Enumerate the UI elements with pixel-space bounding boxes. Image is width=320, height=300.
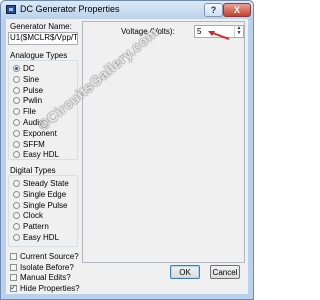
cancel-button[interactable]: Cancel [210,265,240,279]
analogue-type-option-label: Exponent [23,128,57,138]
digital-type-option-label: Clock [23,211,44,221]
radio-button-icon[interactable] [13,119,20,126]
option-checkbox-label: Hide Properties? [20,283,80,293]
analogue-type-option-label: Sine [23,74,40,84]
radio-button-icon[interactable] [13,75,20,83]
digital-type-option-label: Pattern [23,222,49,232]
analogue-type-option-label: SFFM [23,139,45,149]
analogue-type-option-label: Easy HDL [23,150,60,160]
generator-name-value: U1($MCLR$/Vpp/THV) [10,33,78,42]
generator-name-label: Generator Name: [10,22,72,31]
radio-button-icon[interactable] [13,140,20,148]
option-checkbox-label: Current Source? [20,252,79,261]
app-icon [6,5,16,14]
radio-button-icon[interactable] [13,223,20,231]
left-panel: Generator Name: U1($MCLR$/Vpp/THV) Analo… [8,21,80,293]
radio-button-icon[interactable] [13,65,20,72]
checkbox-icon[interactable] [10,263,17,271]
close-button[interactable]: X [223,3,251,17]
voltage-value: 5 [197,27,202,36]
analogue-type-option-label: DC [23,64,35,73]
radio-button-icon[interactable] [13,108,20,116]
checkbox-icon[interactable] [10,274,17,281]
checkbox-icon[interactable] [10,283,17,292]
help-button[interactable]: ? [204,3,223,17]
analogue-type-option-label: Pwlin [23,96,43,106]
checkbox-icon[interactable] [10,253,17,260]
radio-button-icon[interactable] [13,97,20,105]
radio-button-icon[interactable] [13,201,20,209]
radio-button-icon[interactable] [13,151,20,159]
option-checkbox-label: Isolate Before? [20,262,74,272]
analogue-types-title: Analogue Types [10,51,68,60]
analogue-type-option-label: Pulse [23,85,44,95]
radio-button-icon[interactable] [13,190,20,198]
digital-type-option-label: Easy HDL [23,233,60,242]
options-group: Current Source? Isolate Before? Manual Edi… [8,250,80,295]
dialog-window: DC Generator Properties ? X Generator Na… [0,0,254,300]
generator-name-field[interactable]: U1($MCLR$/Vpp/THV) [8,32,78,45]
title-bar[interactable]: DC Generator Properties ? X [1,1,253,19]
radio-button-icon[interactable] [13,86,20,94]
radio-button-icon[interactable] [13,129,20,137]
digital-type-option-label: Single Pulse [23,200,68,210]
spin-down-icon[interactable]: ▼ [235,31,243,36]
radio-button-icon[interactable] [13,234,20,241]
voltage-spin-buttons[interactable]: ▲ ▼ [234,26,243,37]
annotation-arrow-icon [208,31,230,40]
digital-types-group: Steady State Single Edge Single Pulse Clock… [8,175,78,247]
radio-button-icon[interactable] [13,212,20,220]
digital-type-option-label: Steady State [23,179,69,188]
digital-type-option-label: Single Edge [23,189,67,199]
window-title: DC Generator Properties [20,4,120,14]
properties-panel: Voltage (Volts): 5 ▲ ▼ [82,21,245,263]
ok-button[interactable]: OK [170,265,200,279]
option-checkbox-label: Manual Edits? [20,273,71,282]
digital-types-title: Digital Types [10,166,56,175]
radio-button-icon[interactable] [13,180,20,187]
analogue-type-option-label: File [23,107,36,117]
